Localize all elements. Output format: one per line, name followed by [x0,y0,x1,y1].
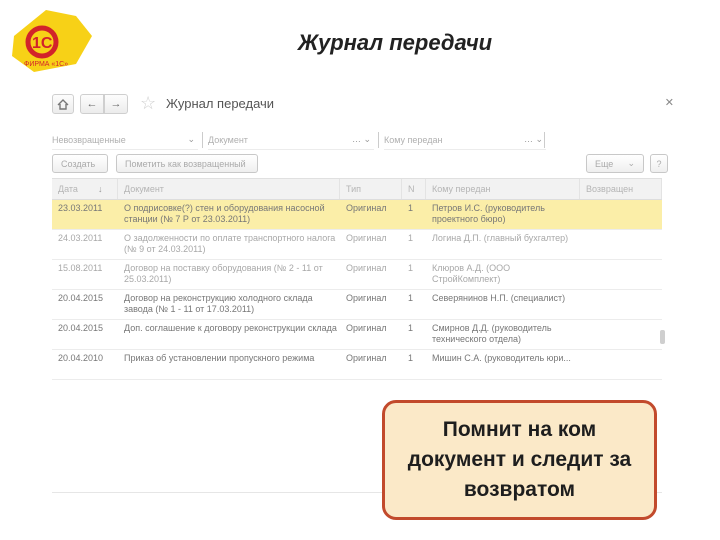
column-header-recipient[interactable]: Кому передан [426,179,580,199]
filter-divider [544,132,545,148]
column-header-label: Кому передан [432,184,491,194]
cell-returned [580,320,662,349]
cell-document: Доп. соглашение к договору реконструкции… [124,323,337,333]
chevron-down-icon: ⌄ [187,134,195,144]
command-bar: Создать Пометить как возвращенный Еще ⌄ … [48,152,674,174]
column-header-label: Документ [124,184,164,194]
mark-returned-button[interactable]: Пометить как возвращенный [116,154,258,173]
arrow-right-icon: → [110,98,122,110]
cell-type: Оригинал [346,293,387,303]
cell-document: Договор на реконструкцию холодного склад… [124,293,313,314]
cell-date: 20.04.2015 [58,293,104,303]
filter-divider [202,132,203,148]
table-row[interactable]: 15.08.2011 Договор на поставку оборудова… [52,260,662,290]
cell-n: 1 [408,323,414,333]
table-row[interactable]: 20.04.2015 Договор на реконструкцию холо… [52,290,662,320]
cell-returned [580,350,662,379]
cell-type: Оригинал [346,323,387,333]
cell-n: 1 [408,263,414,273]
more-button[interactable]: Еще ⌄ [586,154,644,173]
cell-date: 24.03.2011 [58,233,103,243]
column-header-document[interactable]: Документ [118,179,340,199]
filter-recipient[interactable]: Кому передан … ⌄ [384,130,546,150]
cell-document: О подрисовке(?) стен и оборудования насо… [124,203,325,224]
cell-date: 23.03.2011 [58,203,103,213]
svg-text:ФИРМА «1С»: ФИРМА «1С» [24,61,68,68]
cell-recipient: Петров И.С. (руководитель проектного бюр… [432,203,545,224]
column-header-type[interactable]: Тип [340,179,402,199]
table-row[interactable]: 23.03.2011 О подрисовке(?) стен и оборуд… [52,200,662,230]
cell-n: 1 [408,203,414,213]
cell-date: 20.04.2015 [58,323,104,333]
arrow-left-icon: ← [86,98,98,110]
sort-down-icon: ↓ [97,184,103,194]
column-header-date[interactable]: Дата ↓ [52,179,118,199]
journal-table: Дата ↓ Документ Тип N Кому передан Возвра… [52,178,662,380]
cell-n: 1 [408,353,414,363]
filter-document[interactable]: Документ … ⌄ [208,130,374,150]
filter-status[interactable]: Невозвращенные ⌄ [52,130,198,150]
column-header-returned[interactable]: Возвращен [580,179,662,199]
slide-title: Журнал передачи [297,30,493,55]
more-button-label: Еще [595,158,614,169]
chevron-down-icon: ⌄ [627,158,635,168]
cell-recipient: Мишин С.А. (руководитель юри... [432,353,571,363]
cell-recipient: Клюров А.Д. (ООО СтройКомплект) [432,263,511,284]
cell-recipient: Логина Д.П. (главный бухгалтер) [432,233,569,243]
home-button[interactable] [52,94,74,114]
cell-document: Приказ об установлении пропускного режим… [124,353,315,363]
home-icon [57,98,69,110]
forward-button[interactable]: → [104,94,128,114]
column-header-label: Дата [58,184,78,194]
column-header-label: Возвращен [586,184,634,194]
cell-returned [580,260,662,289]
favorite-star-icon[interactable]: ☆ [140,93,156,114]
cell-type: Оригинал [346,233,387,243]
cell-returned [580,200,662,229]
help-button[interactable]: ? [650,154,668,173]
cell-type: Оригинал [346,263,387,273]
table-row[interactable]: 24.03.2011 О задолженности по оплате тра… [52,230,662,260]
table-header: Дата ↓ Документ Тип N Кому передан Возвра… [52,178,662,200]
create-button[interactable]: Создать [52,154,108,173]
cell-recipient: Северянинов Н.П. (специалист) [432,293,566,303]
cell-recipient: Смирнов Д.Д. (руководитель технического … [432,323,552,344]
cell-document: Договор на поставку оборудования (№ 2 - … [124,263,323,284]
table-row[interactable]: 20.04.2010 Приказ об установлении пропус… [52,350,662,380]
window-toolbar: ← → ☆ Журнал передачи ✕ [48,92,674,116]
filter-bar: Невозвращенные ⌄ Документ … ⌄ Кому перед… [48,130,674,150]
table-row[interactable]: 20.04.2015 Доп. соглашение к договору ре… [52,320,662,350]
filter-recipient-label: Кому передан [384,134,443,145]
chevron-down-icon: … ⌄ [523,134,543,144]
cell-type: Оригинал [346,203,387,213]
filter-divider [378,132,379,148]
cell-returned [580,290,662,319]
callout-text: Помнит на ком документ и следит за возвр… [407,418,632,501]
chevron-down-icon: … ⌄ [351,134,371,144]
cell-type: Оригинал [346,353,387,363]
callout-note: Помнит на ком документ и следит за возвр… [382,400,657,520]
column-header-n[interactable]: N [402,179,426,199]
column-header-label: N [408,184,415,194]
scrollbar-thumb[interactable] [660,330,665,344]
filter-document-label: Документ [208,134,248,145]
column-header-label: Тип [346,184,362,194]
close-icon[interactable]: ✕ [665,96,674,109]
back-button[interactable]: ← [80,94,104,114]
cell-n: 1 [408,233,414,243]
cell-date: 15.08.2011 [58,263,103,273]
window-title: Журнал передачи [166,96,275,111]
cell-n: 1 [408,293,414,303]
filter-status-label: Невозвращенные [52,134,126,145]
cell-returned [580,230,662,259]
cell-date: 20.04.2010 [58,353,104,363]
cell-document: О задолженности по оплате транспортного … [124,233,336,254]
